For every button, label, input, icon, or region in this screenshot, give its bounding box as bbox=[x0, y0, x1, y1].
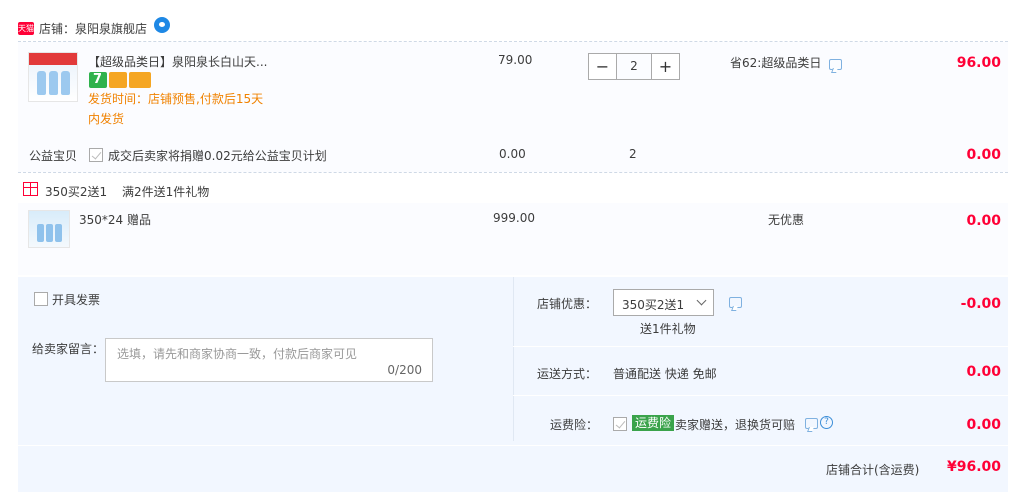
divider bbox=[513, 346, 1008, 347]
discount-info-icon[interactable] bbox=[729, 297, 742, 308]
charity-price: 0.00 bbox=[499, 147, 526, 161]
invoice-label: 开具发票 bbox=[52, 293, 101, 307]
promo-name: 350买2送1 bbox=[45, 185, 108, 199]
item-subtotal: 96.00 bbox=[956, 55, 1001, 71]
quantity-stepper: − 2 + bbox=[588, 53, 680, 80]
insurance-chat-icon[interactable] bbox=[805, 418, 818, 429]
divider bbox=[513, 395, 1008, 396]
decrease-button[interactable]: − bbox=[589, 54, 616, 79]
gift-thumbnail[interactable] bbox=[28, 210, 70, 248]
shop-name[interactable]: 店铺：泉阳泉旗舰店 bbox=[39, 20, 147, 37]
credit-card-icon bbox=[129, 72, 151, 88]
quantity-input[interactable]: 2 bbox=[616, 54, 652, 79]
insurance-amount: 0.00 bbox=[966, 417, 1001, 433]
gift-price: 999.00 bbox=[493, 211, 535, 225]
chevron-down-icon bbox=[696, 295, 707, 306]
shipping-label: 运送方式： bbox=[537, 367, 598, 381]
product-thumbnail[interactable] bbox=[28, 52, 78, 102]
discount-label: 省62:超级品类日 bbox=[730, 56, 822, 70]
total-label: 店铺合计(含运费) bbox=[826, 463, 920, 477]
help-icon[interactable]: ? bbox=[820, 416, 833, 429]
message-counter: 0/200 bbox=[387, 363, 422, 377]
insurance-badge: 运费险 bbox=[632, 415, 675, 431]
insurance-label: 运费险： bbox=[550, 418, 599, 432]
insurance-checkbox[interactable] bbox=[613, 417, 627, 431]
charity-checkbox[interactable] bbox=[89, 148, 103, 162]
shop-discount-select[interactable]: 350买2送1 bbox=[613, 289, 714, 316]
charity-qty: 2 bbox=[629, 147, 637, 161]
tmall-logo-icon: 天猫 bbox=[18, 21, 34, 35]
message-textarea[interactable]: 选填，请先和商家协商一致，付款后商家可见 0/200 bbox=[105, 338, 433, 382]
shop-discount-label: 店铺优惠： bbox=[537, 297, 598, 311]
charity-desc: 成交后卖家将捐赠0.02元给公益宝贝计划 bbox=[108, 149, 327, 163]
divider bbox=[513, 277, 514, 441]
7day-return-icon: 7 bbox=[89, 72, 107, 88]
shop-discount-amount: -0.00 bbox=[960, 296, 1001, 312]
shop-discount-sub: 送1件礼物 bbox=[640, 322, 696, 336]
charity-subtotal: 0.00 bbox=[966, 147, 1001, 163]
delivery-time-cont: 内发货 bbox=[88, 112, 125, 126]
message-placeholder: 选填，请先和商家协商一致，付款后商家可见 bbox=[117, 347, 358, 361]
charity-label: 公益宝贝 bbox=[29, 149, 78, 163]
shop-header: 天猫 店铺：泉阳泉旗舰店 bbox=[18, 14, 171, 42]
guarantee-icon bbox=[109, 72, 127, 88]
delivery-time: 发货时间：店铺预售,付款后15天 bbox=[88, 92, 264, 106]
increase-button[interactable]: + bbox=[652, 54, 679, 79]
insurance-desc: 卖家赠送，退换货可赔 bbox=[675, 418, 796, 432]
product-title[interactable]: 【超级品类日】泉阳泉长白山天... bbox=[88, 53, 267, 70]
gift-title[interactable]: 350*24 赠品 bbox=[79, 211, 151, 228]
gift-subtotal: 0.00 bbox=[966, 213, 1001, 229]
gift-discount: 无优惠 bbox=[768, 213, 805, 227]
message-label: 给卖家留言： bbox=[32, 342, 105, 356]
invoice-checkbox[interactable] bbox=[34, 292, 48, 306]
shipping-value: 普通配送 快递 免邮 bbox=[613, 367, 717, 381]
gift-icon bbox=[23, 182, 38, 196]
discount-info-icon[interactable] bbox=[829, 59, 842, 70]
shop-discount-selected: 350买2送1 bbox=[622, 298, 685, 312]
wangwang-chat-icon[interactable] bbox=[154, 17, 171, 33]
promo-desc: 满2件送1件礼物 bbox=[122, 185, 210, 199]
total-amount: ¥96.00 bbox=[946, 459, 1001, 475]
divider bbox=[18, 172, 1008, 173]
shipping-amount: 0.00 bbox=[966, 364, 1001, 380]
unit-price: 79.00 bbox=[498, 53, 533, 67]
divider bbox=[18, 445, 1008, 446]
